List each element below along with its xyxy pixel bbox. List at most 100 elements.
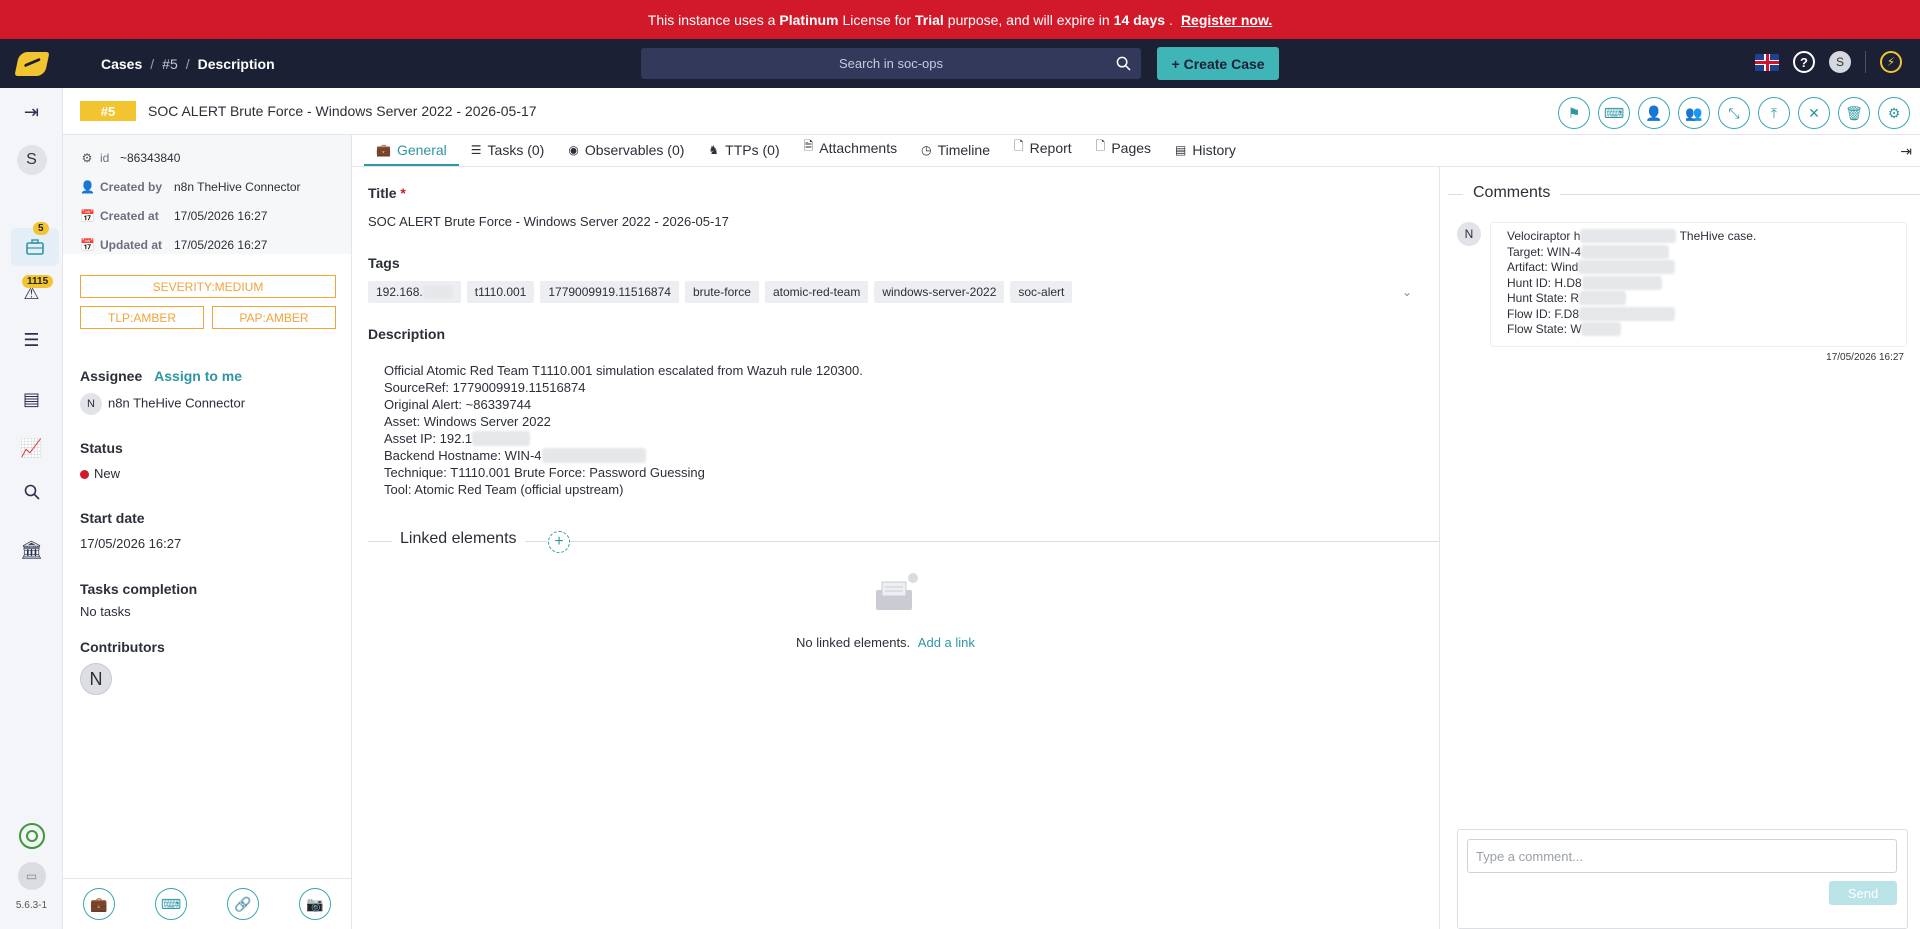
desc-text: Backend Hostname: WIN-4	[384, 448, 542, 463]
close-case-icon[interactable]: ✕	[1798, 97, 1830, 129]
export-icon[interactable]: ⤒	[1758, 97, 1790, 129]
status-dot	[80, 470, 89, 480]
send-button[interactable]: Send	[1829, 881, 1897, 905]
dashboards-icon[interactable]: 📈	[0, 438, 63, 459]
clock-icon: ◷	[921, 143, 932, 157]
tag: windows-server-2022	[874, 281, 1005, 303]
left-rail: ⇥ S 5 ⚠ 1115 ☰ ▤ 📈 🏛 ▭ 5.6.3-1	[0, 88, 63, 929]
redacted: XXXXXXXXXXX	[1581, 244, 1670, 259]
briefcase-icon[interactable]: 💼	[83, 888, 115, 920]
lightning-icon[interactable]: ⚡	[1880, 51, 1902, 73]
desc-text: Asset IP: 192.1	[384, 431, 473, 446]
settings-icon[interactable]: ⚙	[1878, 97, 1910, 129]
desc-line: SourceRef: 1779009919.11516874	[384, 380, 586, 395]
gear-icon: ⚙	[81, 150, 93, 165]
tab-tasks[interactable]: ☰ Tasks (0)	[459, 142, 557, 166]
redacted: ows.System.Pslist	[1578, 260, 1676, 274]
banner-license: Platinum	[779, 11, 839, 28]
tab-timeline[interactable]: ◷ Timeline	[909, 142, 1002, 166]
assignee-value: Nn8n TheHive Connector	[80, 393, 245, 415]
camera-icon[interactable]: 📷	[299, 888, 331, 920]
history-icon: ▤	[1175, 143, 1187, 157]
logo-icon	[13, 51, 50, 76]
tab-history[interactable]: ▤ History	[1163, 142, 1248, 166]
severity-pill[interactable]: SEVERITY:MEDIUM	[80, 275, 336, 298]
banner-purpose: Trial	[915, 11, 944, 28]
tab-ttps[interactable]: ♞ TTPs (0)	[696, 142, 791, 166]
expand-rail-icon[interactable]: ⇥	[0, 102, 63, 123]
contributors-label: Contributors	[80, 639, 165, 655]
pap-pill[interactable]: PAP:AMBER	[212, 306, 336, 329]
uk-flag-icon[interactable]	[1755, 53, 1779, 71]
title-value[interactable]: SOC ALERT Brute Force - Windows Server 2…	[368, 214, 729, 229]
rail-cases[interactable]: 5	[0, 222, 63, 266]
assign-to-me-link[interactable]: Assign to me	[154, 368, 242, 384]
tab-observables[interactable]: ◉ Observables (0)	[556, 142, 696, 166]
tab-pages[interactable]: 🗋 Pages	[1084, 137, 1163, 166]
help-icon[interactable]: ?	[1793, 51, 1815, 73]
tlp-pill[interactable]: TLP:AMBER	[80, 306, 204, 329]
status-value[interactable]: New	[80, 466, 120, 481]
meta-created-at-label: Created at	[100, 208, 159, 223]
merge-icon[interactable]: ⤡	[1718, 97, 1750, 129]
breadcrumb-separator: /	[185, 55, 190, 72]
share-icon[interactable]: 👥	[1678, 97, 1710, 129]
create-case-button[interactable]: + Create Case	[1157, 47, 1279, 80]
breadcrumb-cases[interactable]: Cases	[101, 56, 142, 72]
meta-updated-at: 📅 Updated at 17/05/2026 16:27	[80, 230, 351, 259]
thehive-logo[interactable]	[0, 39, 63, 88]
breadcrumb-case-number[interactable]: #5	[162, 56, 178, 72]
redacted: XXXXXXXXXXXX	[1579, 306, 1676, 321]
cortex-icon[interactable]	[0, 822, 63, 850]
link-icon[interactable]: 🔗	[227, 888, 259, 920]
collapse-panel-icon[interactable]: ⇥	[1900, 143, 1912, 160]
desc-line: Original Alert: ~86339744	[384, 397, 532, 412]
tag: brute-force	[684, 281, 759, 303]
rail-alerts[interactable]: ⚠ 1115	[0, 275, 63, 304]
organisation-icon[interactable]: 🏛	[0, 540, 63, 561]
comment-text: Target: WIN-4	[1507, 244, 1582, 259]
tab-general[interactable]: 💼 General	[364, 142, 459, 166]
comment-date: 17/05/2026 16:27	[1826, 352, 1904, 363]
run-responder-icon[interactable]: ⌨	[1598, 97, 1630, 129]
comment-line: Flow State: WAITING	[1507, 322, 1890, 338]
search-rail-icon[interactable]	[0, 484, 63, 500]
case-title: SOC ALERT Brute Force - Windows Server 2…	[148, 103, 537, 119]
register-link[interactable]: Register now.	[1181, 12, 1272, 28]
comment-input[interactable]	[1467, 839, 1897, 873]
desc-line: Asset: Windows Server 2022	[384, 414, 551, 429]
delete-icon[interactable]: 🗑	[1838, 97, 1870, 129]
description-text[interactable]: Official Atomic Red Team T1110.001 simul…	[384, 362, 863, 498]
linked-divider	[368, 541, 1440, 542]
tab-report[interactable]: 🗋 Report	[1002, 137, 1084, 166]
meta-created-at-value: 17/05/2026 16:27	[174, 208, 268, 223]
search-icon[interactable]	[1116, 56, 1131, 71]
flag-icon[interactable]: ⚑	[1558, 97, 1590, 129]
add-linked-icon[interactable]: +	[548, 531, 570, 553]
breadcrumb: Cases / #5 / Description	[101, 56, 275, 72]
divider	[1865, 51, 1866, 73]
tab-label: Pages	[1111, 139, 1152, 156]
comment-line: Hunt ID: H.D8XXXXXXXXXX	[1507, 275, 1890, 292]
desc-line: Official Atomic Red Team T1110.001 simul…	[384, 363, 863, 378]
add-link-link[interactable]: Add a link	[918, 635, 975, 650]
meta-id-label: id	[100, 150, 110, 165]
chat-icon[interactable]: ▭	[0, 862, 63, 890]
assign-user-icon[interactable]: 👤	[1638, 97, 1670, 129]
no-linked-text: No linked elements.	[796, 635, 911, 650]
list-icon: ☰	[470, 143, 482, 157]
person-icon: 👤	[80, 179, 95, 194]
tab-attachments[interactable]: 🗎 Attachments	[792, 137, 909, 166]
meta-updated-at-label: Updated at	[100, 237, 163, 252]
knowledge-icon[interactable]: ▤	[0, 389, 63, 410]
tags-list[interactable]: 192.168.00.00 t1110.001 1779009919.11516…	[368, 281, 1073, 303]
meta-id: ⚙ id ~86343840	[80, 143, 351, 172]
user-avatar[interactable]: S	[1829, 51, 1851, 73]
chevron-down-icon[interactable]: ⌄	[1402, 285, 1412, 299]
responders-icon[interactable]: ⌨	[155, 888, 187, 920]
meta-id-value: ~86343840	[120, 150, 181, 165]
tasks-icon[interactable]: ☰	[0, 330, 63, 351]
global-search[interactable]: Search in soc-ops	[641, 48, 1141, 79]
contributor-avatar[interactable]: N	[80, 663, 112, 695]
rail-user[interactable]: S	[0, 145, 63, 175]
